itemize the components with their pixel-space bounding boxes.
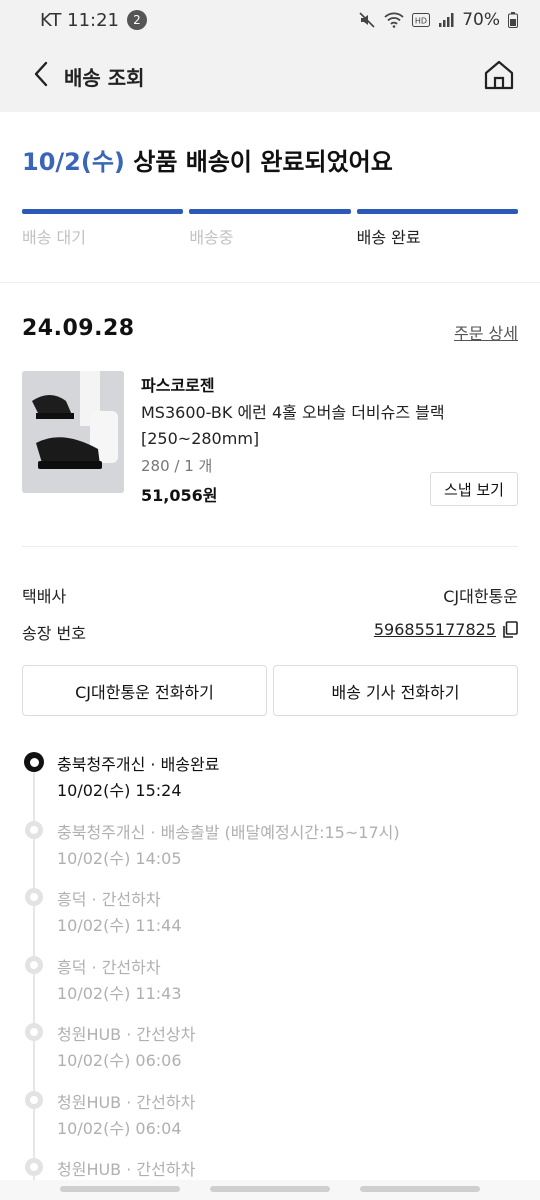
timeline-time: 10/02(수) 06:06 bbox=[57, 1051, 182, 1070]
timeline-item: 청원HUB · 간선하차 10/02(수) 06:04 bbox=[0, 1091, 540, 1151]
progress-step-delivered: 배송 완료 bbox=[356, 209, 518, 248]
nav-recent-button[interactable] bbox=[60, 1186, 180, 1192]
product-image[interactable] bbox=[22, 371, 124, 493]
progress-step-label: 배송 완료 bbox=[356, 228, 421, 247]
svg-text:HD: HD bbox=[415, 17, 427, 26]
app-header: 배송 조회 bbox=[0, 40, 540, 112]
timeline-title: 흥덕 · 간선하차 bbox=[57, 958, 161, 977]
progress-step-label: 배송 대기 bbox=[22, 228, 86, 247]
timeline-time: 10/02(수) 14:05 bbox=[57, 849, 182, 868]
snap-view-button[interactable]: 스냅 보기 bbox=[430, 472, 518, 506]
timeline-item: 흥덕 · 간선하차 10/02(수) 11:44 bbox=[0, 888, 540, 948]
timeline-title: 충북청주개신 · 배송출발 (배달예정시간:15~17시) bbox=[57, 823, 400, 842]
tracking-number-link[interactable]: 596855177825 bbox=[374, 620, 496, 639]
timeline-dot bbox=[25, 1023, 43, 1041]
product-name: MS3600-BK 에런 4홀 오버솔 더비슈즈 블랙 [250~280mm] bbox=[141, 403, 445, 448]
product-option: 280 / 1 개 bbox=[141, 457, 213, 475]
order-detail-link[interactable]: 주문 상세 bbox=[454, 320, 518, 344]
page-title: 배송 조회 bbox=[64, 66, 145, 90]
progress-bar-segment bbox=[356, 209, 518, 214]
timeline-title: 청원HUB · 간선하차 bbox=[57, 1160, 196, 1179]
tracking-label: 송장 번호 bbox=[22, 624, 86, 643]
notification-count-badge: 2 bbox=[127, 10, 147, 30]
product-price: 51,056원 bbox=[141, 486, 218, 505]
status-bar: KT 11:21 2 HD 70% bbox=[0, 0, 540, 40]
timeline-item: 충북청주개신 · 배송완료 10/02(수) 15:24 bbox=[0, 752, 540, 813]
progress-step-waiting: 배송 대기 bbox=[22, 209, 184, 248]
hd-icon: HD bbox=[412, 13, 431, 27]
call-driver-button[interactable]: 배송 기사 전화하기 bbox=[273, 665, 518, 716]
nav-home-button[interactable] bbox=[210, 1186, 330, 1192]
timeline-time: 10/02(수) 11:43 bbox=[57, 984, 182, 1003]
delivery-progress: 배송 대기 배송중 배송 완료 bbox=[22, 209, 518, 248]
copy-icon[interactable] bbox=[502, 620, 518, 639]
timeline-item: 흥덕 · 간선하차 10/02(수) 11:43 bbox=[0, 956, 540, 1016]
progress-bar-segment bbox=[22, 209, 184, 214]
section-divider bbox=[0, 282, 540, 283]
timeline-dot-current bbox=[24, 752, 44, 772]
call-courier-button[interactable]: CJ대한통운 전화하기 bbox=[22, 665, 267, 716]
nav-back-button[interactable] bbox=[360, 1186, 480, 1192]
section-divider bbox=[22, 546, 518, 547]
signal-icon bbox=[438, 12, 454, 28]
home-button[interactable] bbox=[482, 58, 516, 92]
timeline-title: 청원HUB · 간선상차 bbox=[57, 1025, 196, 1044]
status-time: KT 11:21 bbox=[40, 9, 119, 31]
timeline-dot bbox=[25, 888, 43, 906]
back-button[interactable] bbox=[26, 60, 56, 92]
timeline-item: 충북청주개신 · 배송출발 (배달예정시간:15~17시) 10/02(수) 1… bbox=[0, 821, 540, 881]
system-navigation-bar bbox=[0, 1180, 540, 1200]
timeline-dot bbox=[25, 821, 43, 839]
timeline-item: 청원HUB · 간선상차 10/02(수) 06:06 bbox=[0, 1023, 540, 1083]
timeline-title: 흥덕 · 간선하차 bbox=[57, 890, 161, 909]
home-icon bbox=[482, 60, 516, 96]
timeline-item: 청원HUB · 간선하차 bbox=[0, 1158, 540, 1180]
courier-value: CJ대한통운 bbox=[443, 587, 518, 606]
progress-bar-segment bbox=[189, 209, 351, 214]
battery-icon bbox=[508, 12, 518, 28]
battery-percent: 70% bbox=[462, 10, 500, 30]
headline-text: 상품 배송이 완료되었어요 bbox=[124, 148, 393, 176]
delivery-status-headline: 10/2(수) 상품 배송이 완료되었어요 bbox=[22, 142, 393, 177]
wifi-icon bbox=[384, 12, 404, 28]
timeline-time: 10/02(수) 06:04 bbox=[57, 1119, 182, 1138]
timeline-title: 충북청주개신 · 배송완료 bbox=[57, 755, 220, 774]
courier-label: 택배사 bbox=[22, 587, 67, 606]
timeline-dot bbox=[25, 1091, 43, 1109]
delivery-date: 10/2(수) bbox=[22, 148, 125, 176]
timeline-time: 10/02(수) 15:24 bbox=[57, 781, 182, 800]
product-brand: 파스코로젠 bbox=[141, 376, 215, 395]
chevron-left-icon bbox=[33, 61, 49, 91]
timeline-time: 10/02(수) 11:44 bbox=[57, 916, 182, 935]
progress-step-in-transit: 배송중 bbox=[189, 209, 351, 248]
progress-step-label: 배송중 bbox=[189, 228, 234, 247]
order-date: 24.09.28 bbox=[22, 316, 135, 341]
timeline-dot bbox=[25, 956, 43, 974]
mute-icon bbox=[358, 11, 376, 29]
timeline-dot bbox=[25, 1158, 43, 1176]
timeline-title: 청원HUB · 간선하차 bbox=[57, 1093, 196, 1112]
tracking-number-row: 596855177825 bbox=[374, 620, 518, 639]
